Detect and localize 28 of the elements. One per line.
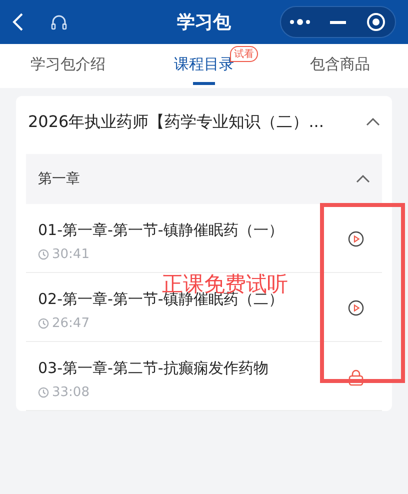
lock-icon[interactable] xyxy=(348,368,364,386)
page-title: 学习包 xyxy=(176,11,232,34)
lesson-row[interactable]: 03-第一章-第二节-抗癫痫发作药物 33:08 xyxy=(26,342,382,411)
tab[interactable]: 学习包介绍 xyxy=(0,44,136,88)
chapter-header[interactable]: 第一章 xyxy=(26,154,382,204)
tab-underline xyxy=(193,82,215,85)
tab-badge: 试看 xyxy=(230,46,258,62)
lesson-duration: 26:47 xyxy=(52,316,90,331)
clock-icon xyxy=(38,249,49,260)
chevron-up-icon xyxy=(356,175,370,183)
more-icon xyxy=(289,19,311,25)
clock-icon xyxy=(38,318,49,329)
lesson-duration: 33:08 xyxy=(52,385,90,400)
back-button[interactable] xyxy=(12,12,24,32)
chapter-title: 第一章 xyxy=(38,170,80,188)
lesson-title: 01-第一章-第一节-镇静催眠药（一） xyxy=(38,220,284,241)
lesson-row[interactable]: 01-第一章-第一节-镇静催眠药（一） 30:41 xyxy=(26,204,382,273)
course-title: 2026年执业药师【药学专业知识（二）... xyxy=(28,112,324,132)
play-icon[interactable] xyxy=(348,300,364,316)
chevron-up-icon xyxy=(366,118,380,126)
lesson-duration: 30:41 xyxy=(52,247,90,262)
clock-icon xyxy=(38,387,49,398)
play-icon[interactable] xyxy=(348,231,364,247)
minus-icon xyxy=(330,20,346,24)
course-header[interactable]: 2026年执业药师【药学专业知识（二）... xyxy=(26,96,382,148)
tab[interactable]: 包含商品 xyxy=(272,44,408,88)
headphones-icon[interactable] xyxy=(50,13,68,31)
lesson-title: 03-第一章-第二节-抗癫痫发作药物 xyxy=(38,358,270,379)
